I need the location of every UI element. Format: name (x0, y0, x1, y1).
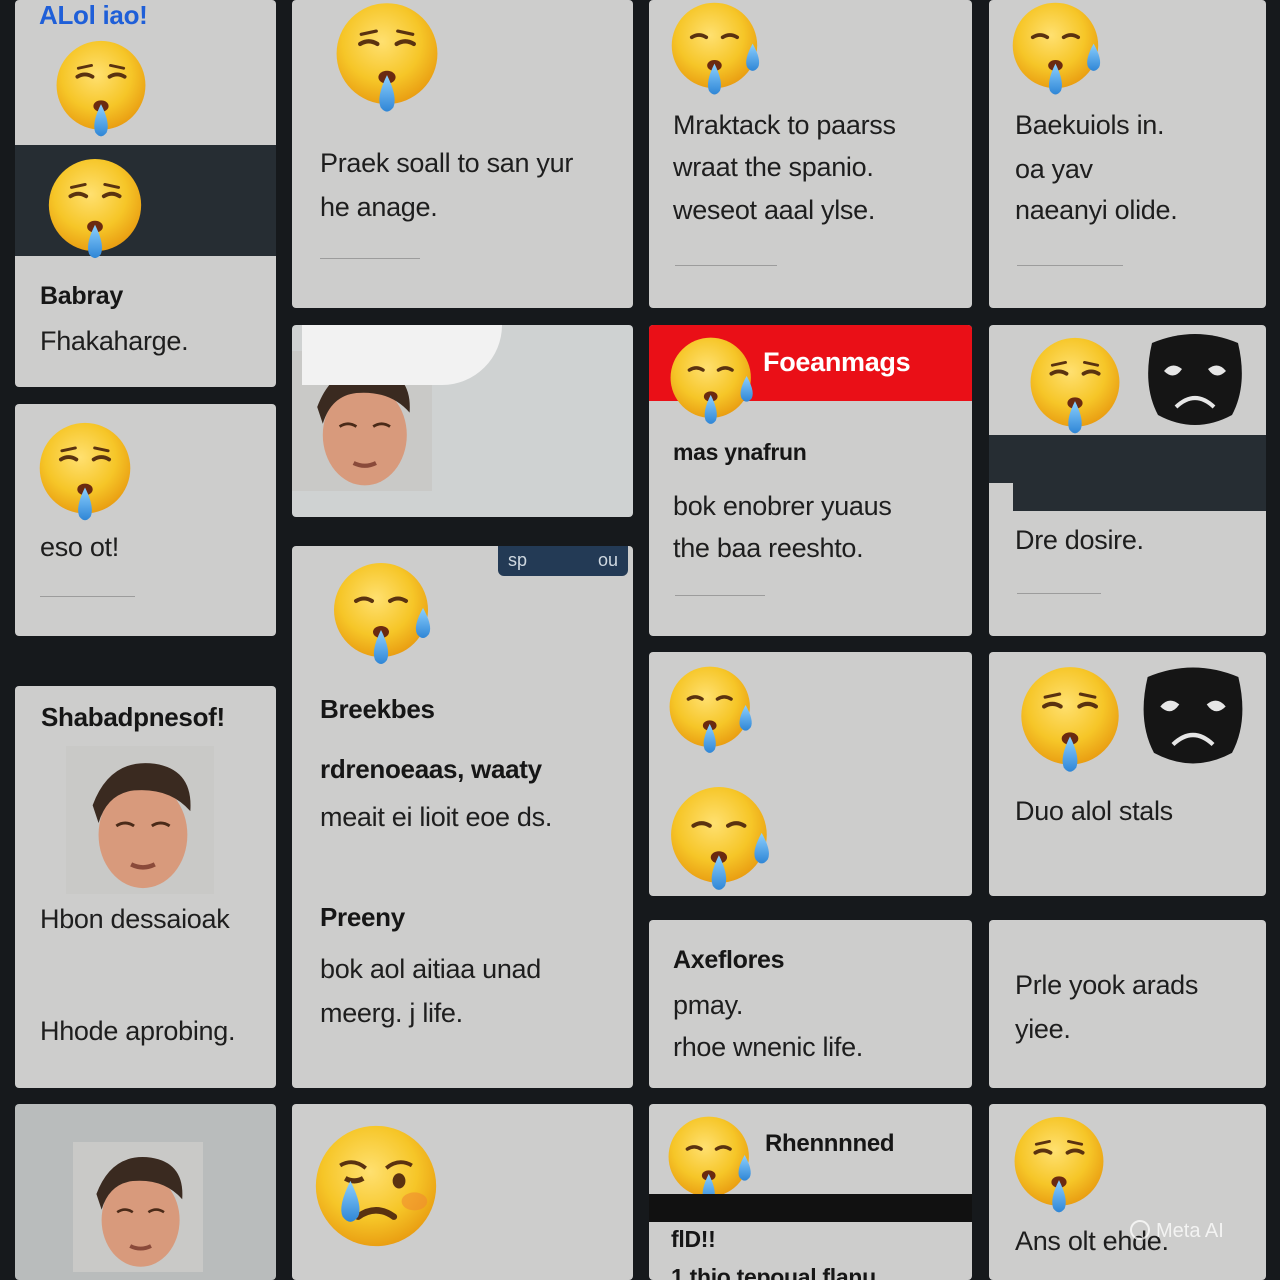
card-title: Shabadpnesof! (41, 702, 225, 732)
card-c14[interactable]: Baekuiols in. oa yav naeanyi olide. (989, 0, 1266, 308)
card-heading: Breekbes (320, 694, 435, 724)
crying-face-icon (1015, 664, 1125, 778)
card-line: weseot aaal ylse. (673, 195, 876, 225)
card-c3[interactable]: Shabadpnesof! Hbon dessaioak Hhode aprob… (15, 686, 276, 1088)
card-line: Hhode aprobing. (40, 1016, 236, 1046)
crying-face-icon (330, 560, 442, 670)
crying-face-icon (326, 0, 448, 118)
crying-face-icon (1009, 1114, 1109, 1218)
card-line: rhoe wnenic life. (673, 1032, 864, 1062)
card-heading: Axeflores (673, 946, 785, 974)
divider (1017, 265, 1123, 266)
watermark: Meta AI (1130, 1220, 1224, 1243)
card-line: 1 thio tepoual flanu (671, 1264, 876, 1280)
crying-face-icon (1025, 335, 1125, 439)
card-heading: Preeny (320, 902, 405, 932)
card-c1[interactable]: ALol iao! Babray Fhakaharge. (15, 0, 276, 387)
portrait-image (73, 1134, 203, 1280)
card-line: bok enobrer yuaus (673, 491, 892, 521)
card-title: Rhennnned (765, 1130, 895, 1157)
dark-band (1013, 475, 1266, 511)
card-line: Mraktack to paarss (673, 110, 896, 140)
card-c4[interactable] (15, 1104, 276, 1280)
divider (1017, 593, 1101, 594)
card-line: the baa reeshto. (673, 533, 864, 563)
card-line: Duo alol stals (1015, 796, 1173, 826)
portrait-image (65, 746, 215, 894)
header-title: Foeanmags (763, 347, 911, 377)
card-line: Fhakaharge. (40, 326, 189, 356)
card-line: Prle yook arads (1015, 970, 1199, 1000)
crying-face-icon (1007, 0, 1113, 100)
crying-face-icon (665, 664, 763, 758)
card-c2[interactable]: eso ot! (15, 404, 276, 636)
card-line: Hbon dessaioak (40, 904, 230, 934)
card-c7[interactable]: sp ou Breekbes rdrenoeaas, waaty meait e… (292, 546, 633, 1088)
card-heading: rdrenoeaas, waaty (320, 754, 542, 784)
card-c10[interactable]: Foeanmags mas ynafrun bok enobrer yuaus … (649, 325, 972, 636)
card-c6[interactable] (292, 325, 633, 517)
card-c17[interactable]: Prle yook arads yiee. (989, 920, 1266, 1088)
card-line: Babray (40, 282, 123, 310)
cap-brim (302, 325, 502, 385)
divider (675, 595, 765, 596)
card-c15[interactable]: Dre dosire. (989, 325, 1266, 636)
divider (675, 265, 777, 266)
pill-left: sp (508, 550, 528, 570)
card-line: flD!! (671, 1226, 716, 1252)
crying-face-icon (667, 335, 763, 429)
card-line: wraat the spanio. (673, 152, 874, 182)
sad-face-icon (312, 1122, 440, 1250)
status-pill: sp ou (498, 546, 628, 576)
crying-face-icon (51, 38, 151, 142)
crying-face-icon (667, 0, 771, 100)
card-c8[interactable] (292, 1104, 633, 1280)
crying-face-icon (35, 420, 135, 526)
crying-face-icon (665, 784, 783, 896)
card-c11[interactable] (649, 652, 972, 896)
crying-face-icon (45, 156, 145, 264)
card-line: Praek soall to san yur (320, 148, 574, 178)
card-line: bok aol aitiaa unad (320, 954, 541, 984)
card-line: oa yav (1015, 154, 1093, 184)
card-c16[interactable]: Duo alol stals (989, 652, 1266, 896)
card-c5[interactable]: Praek soall to san yur he anage. (292, 0, 633, 308)
dark-band (649, 1194, 972, 1222)
card-line: pmay. (673, 990, 744, 1020)
card-line: Baekuiols in. (1015, 110, 1165, 140)
card-line: meait ei lioit eoe ds. (320, 802, 553, 832)
card-line: yiee. (1015, 1014, 1071, 1044)
watermark-logo-icon (1130, 1220, 1150, 1240)
card-line: naeanyi olide. (1015, 195, 1178, 225)
pill-right: ou (597, 550, 618, 570)
card-heading: mas ynafrun (673, 439, 807, 465)
card-c18[interactable]: Ans olt ehde. (989, 1104, 1266, 1280)
card-line: eso ot! (40, 532, 119, 562)
black-mask-icon (1139, 325, 1251, 435)
black-mask-icon (1135, 658, 1251, 774)
card-c9[interactable]: Mraktack to paarss wraat the spanio. wes… (649, 0, 972, 308)
divider (40, 596, 135, 597)
card-c12[interactable]: Axeflores pmay. rhoe wnenic life. (649, 920, 972, 1088)
card-line: Dre dosire. (1015, 525, 1144, 555)
card-c13[interactable]: Rhennnned flD!! 1 thio tepoual flanu (649, 1104, 972, 1280)
watermark-text: Meta AI (1156, 1220, 1224, 1242)
card-line: he anage. (320, 192, 438, 222)
card-title: ALol iao! (39, 0, 148, 30)
divider (320, 258, 420, 259)
card-line: meerg. j life. (320, 998, 463, 1028)
